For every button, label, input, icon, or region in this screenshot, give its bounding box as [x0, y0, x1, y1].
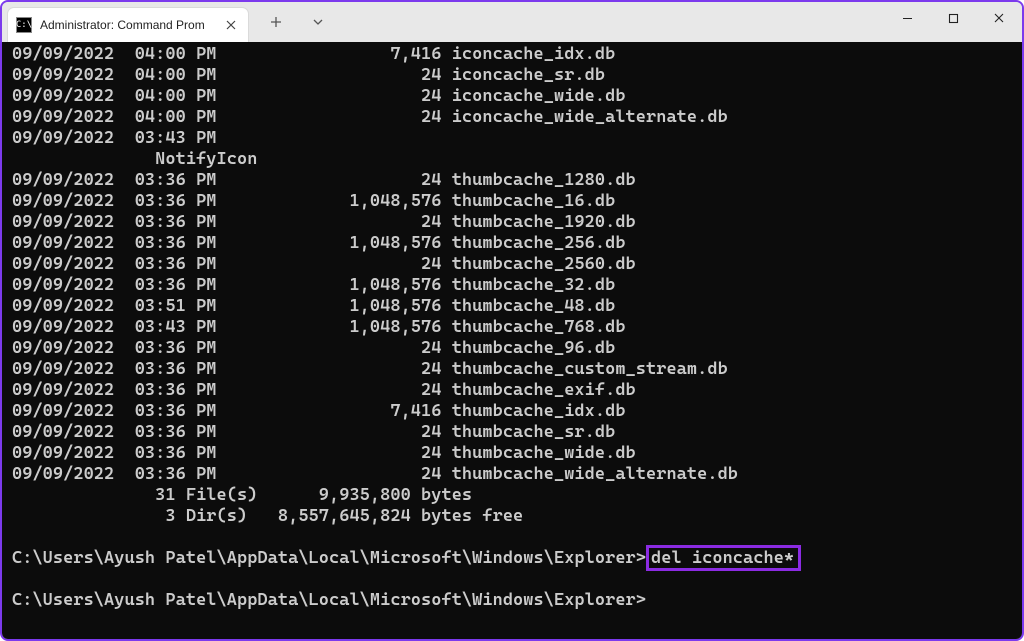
list-row: 09/09/2022 03:36 PM 1,048,576 thumbcache… [12, 191, 615, 211]
list-row: 09/09/2022 03:43 PM NotifyIcon 09/09/202… [12, 128, 1022, 611]
app-window: C:\ Administrator: Command Prom [0, 0, 1024, 641]
close-window-button[interactable] [976, 2, 1022, 34]
maximize-button[interactable] [930, 2, 976, 34]
new-tab-button[interactable] [262, 8, 290, 36]
list-row: 09/09/2022 04:00 PM 24 iconcache_sr.db [12, 65, 605, 85]
cmd-icon: C:\ [16, 17, 32, 33]
list-row: 09/09/2022 04:00 PM 24 iconcache_wide.db [12, 86, 626, 106]
tab-title: Administrator: Command Prom [40, 18, 214, 32]
prompt-line[interactable]: C:\Users\Ayush Patel\AppData\Local\Micro… [12, 590, 646, 610]
list-row: 09/09/2022 04:00 PM 7,416 iconcache_idx.… [12, 44, 615, 64]
window-controls [884, 2, 1022, 42]
tab-dropdown-button[interactable] [304, 8, 332, 36]
close-tab-button[interactable] [222, 16, 240, 34]
list-row: 09/09/2022 03:36 PM 24 thumbcache_96.db [12, 338, 615, 358]
list-row: 09/09/2022 03:36 PM 24 thumbcache_sr.db [12, 422, 615, 442]
list-row: 09/09/2022 03:36 PM 24 thumbcache_wide_a… [12, 464, 738, 484]
list-row: 09/09/2022 03:51 PM 1,048,576 thumbcache… [12, 296, 615, 316]
titlebar-spacer[interactable] [342, 2, 884, 42]
typed-command: del iconcache* [646, 545, 801, 571]
list-row: 09/09/2022 03:36 PM 24 thumbcache_custom… [12, 359, 728, 379]
list-row: 09/09/2022 03:36 PM 1,048,576 thumbcache… [12, 233, 626, 253]
list-row: 09/09/2022 03:36 PM 24 thumbcache_1920.d… [12, 212, 636, 232]
title-bar[interactable]: C:\ Administrator: Command Prom [2, 2, 1022, 42]
list-row: 09/09/2022 03:36 PM 24 thumbcache_2560.d… [12, 254, 636, 274]
list-row: 09/09/2022 03:36 PM 7,416 thumbcache_idx… [12, 401, 626, 421]
prompt-line[interactable]: C:\Users\Ayush Patel\AppData\Local\Micro… [12, 548, 801, 568]
minimize-button[interactable] [884, 2, 930, 34]
list-row: 09/09/2022 03:36 PM 24 thumbcache_wide.d… [12, 443, 636, 463]
terminal-output[interactable]: 09/09/2022 04:00 PM 7,416 iconcache_idx.… [2, 42, 1022, 639]
list-row: 09/09/2022 04:00 PM 24 iconcache_wide_al… [12, 107, 728, 127]
list-row: 09/09/2022 03:36 PM 24 thumbcache_exif.d… [12, 380, 636, 400]
tab-active[interactable]: C:\ Administrator: Command Prom [8, 8, 248, 42]
tab-actions [248, 2, 342, 42]
summary-dirs: 3 Dir(s) 8,557,645,824 bytes free [12, 506, 523, 526]
summary-files: 31 File(s) 9,935,800 bytes [12, 485, 472, 505]
list-row: 09/09/2022 03:36 PM 1,048,576 thumbcache… [12, 275, 615, 295]
list-row: 09/09/2022 03:43 PM 1,048,576 thumbcache… [12, 317, 626, 337]
list-row: 09/09/2022 03:36 PM 24 thumbcache_1280.d… [12, 170, 636, 190]
